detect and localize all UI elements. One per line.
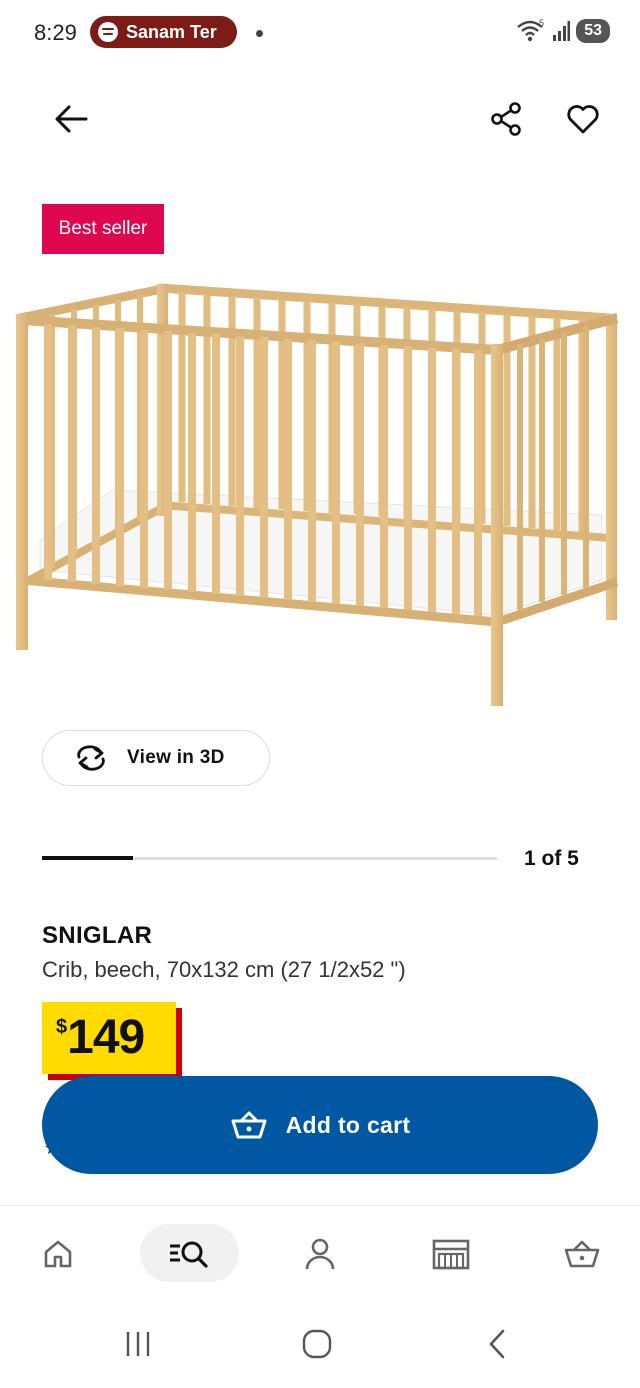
view-in-3d-label: View in 3D: [127, 747, 225, 768]
rotate-3d-icon: [77, 745, 105, 771]
gallery-progress-track[interactable]: [42, 856, 497, 860]
heart-icon: [567, 105, 599, 134]
back-button[interactable]: [48, 96, 94, 142]
notification-dot: [256, 30, 263, 37]
nav-stores[interactable]: [421, 1226, 481, 1282]
battery-indicator: 53: [576, 19, 610, 43]
nav-cart[interactable]: [552, 1226, 612, 1282]
arrow-left-icon: [55, 105, 88, 133]
bottom-navigation: [0, 1205, 640, 1300]
recent-apps-button[interactable]: [113, 1322, 163, 1366]
nav-profile[interactable]: [290, 1226, 350, 1282]
add-to-cart-button[interactable]: Add to cart: [42, 1076, 598, 1174]
basket-icon: [231, 1111, 267, 1139]
share-icon: [491, 102, 521, 136]
wifi-icon: 5: [517, 18, 544, 42]
status-indicators: 5 53: [516, 18, 610, 44]
view-in-3d-button[interactable]: View in 3D: [42, 730, 270, 786]
media-title: Sanam Ter: [126, 21, 217, 42]
gallery-counter: 1 of 5: [524, 847, 579, 870]
wifi-label: 5: [539, 18, 544, 28]
basket-icon: [564, 1240, 600, 1268]
share-button[interactable]: [484, 96, 528, 142]
product-name: SNIGLAR: [42, 922, 153, 949]
spotify-icon: [98, 22, 118, 42]
best-seller-badge: Best seller: [42, 204, 164, 254]
system-navigation-bar: [0, 1300, 640, 1388]
home-icon: [44, 1240, 72, 1268]
recent-apps-icon: [126, 1332, 150, 1356]
signal-icon: [553, 21, 571, 41]
status-bar: 8:29 Sanam Ter 5 53: [0, 0, 640, 64]
home-circle-icon: [302, 1329, 332, 1359]
price-amount: 149: [67, 1011, 145, 1064]
media-notification-pill[interactable]: Sanam Ter: [90, 16, 237, 48]
profile-icon: [305, 1238, 335, 1270]
add-to-cart-label: Add to cart: [285, 1111, 411, 1138]
nav-home[interactable]: [28, 1226, 88, 1282]
chevron-left-icon: [489, 1329, 505, 1359]
nav-search[interactable]: [159, 1226, 219, 1282]
price-tag: $ 149: [42, 1002, 176, 1074]
search-list-icon: [170, 1241, 208, 1268]
status-time: 8:29: [34, 20, 77, 45]
store-icon: [432, 1239, 470, 1270]
product-description: Crib, beech, 70x132 cm (27 1/2x52 "): [42, 957, 406, 982]
product-image[interactable]: [12, 280, 628, 710]
home-system-button[interactable]: [292, 1322, 342, 1366]
gallery-progress-fill: [42, 856, 133, 860]
back-system-button[interactable]: [472, 1322, 522, 1366]
price-currency: $: [56, 1016, 68, 1038]
favorite-button[interactable]: [560, 96, 606, 142]
